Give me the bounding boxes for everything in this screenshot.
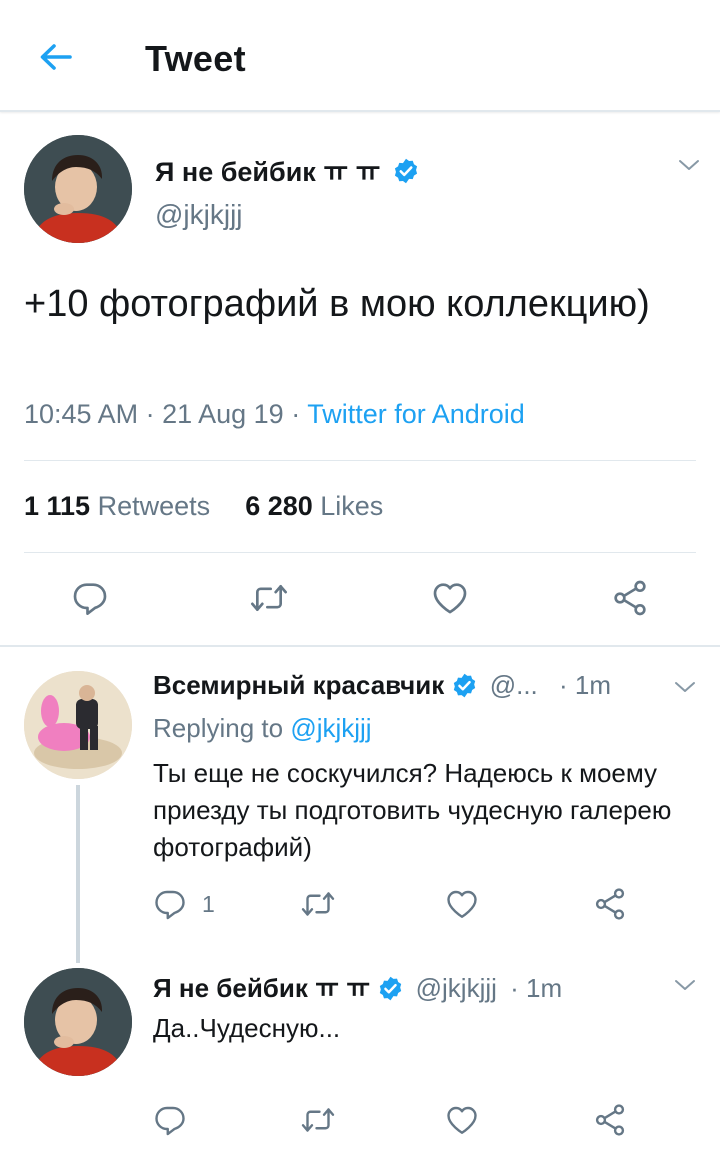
reply-age: · 1m bbox=[559, 670, 612, 700]
share-icon bbox=[592, 886, 628, 922]
verified-icon bbox=[392, 157, 420, 185]
like-button[interactable] bbox=[444, 886, 480, 922]
replying-to: Replying to @jkjkjjj bbox=[153, 713, 372, 744]
reply-author-name[interactable]: Я не бейбик ㅠ ㅠ bbox=[153, 973, 370, 1003]
reply-text: Да..Чудесную... bbox=[153, 1013, 341, 1043]
divider bbox=[24, 552, 696, 553]
thread-connector bbox=[76, 785, 80, 963]
tweet-metadata: 10:45 AM · 21 Aug 19 · Twitter for Andro… bbox=[24, 399, 525, 430]
share-button[interactable] bbox=[610, 578, 650, 618]
retweet-button[interactable] bbox=[300, 1102, 336, 1138]
share-icon bbox=[610, 578, 650, 618]
share-button[interactable] bbox=[592, 886, 628, 922]
likes-label: Likes bbox=[320, 491, 384, 521]
like-icon bbox=[444, 1102, 480, 1138]
section-separator bbox=[0, 645, 720, 647]
retweet-button[interactable] bbox=[300, 886, 336, 922]
replying-prefix: Replying to bbox=[153, 713, 291, 743]
top-app-bar: Tweet bbox=[0, 0, 720, 112]
retweets-stat[interactable]: 1 115 Retweets bbox=[24, 491, 210, 521]
like-button[interactable] bbox=[444, 1102, 480, 1138]
avatar[interactable] bbox=[24, 135, 132, 243]
reply-header: Я не бейбик ㅠ ㅠ @jkjkjjj · 1m bbox=[153, 968, 562, 1005]
reply-icon bbox=[152, 1102, 188, 1138]
likes-stat[interactable]: 6 280 Likes bbox=[245, 491, 383, 521]
avatar[interactable] bbox=[24, 671, 132, 779]
page-title: Tweet bbox=[145, 38, 246, 79]
reply-button[interactable] bbox=[152, 1102, 188, 1138]
tweet-stats: 1 115 Retweets 6 280 Likes bbox=[24, 491, 383, 522]
like-button[interactable] bbox=[430, 578, 470, 618]
share-icon bbox=[592, 1102, 628, 1138]
tweet-source-link[interactable]: Twitter for Android bbox=[307, 399, 525, 429]
main-tweet-handle[interactable]: @jkjkjjj bbox=[155, 199, 243, 231]
divider bbox=[24, 460, 696, 461]
chevron-down-icon[interactable] bbox=[676, 155, 702, 175]
tweet-time: 10:45 AM · 21 Aug 19 · bbox=[24, 399, 308, 429]
reply-age: · 1m bbox=[510, 973, 563, 1003]
reply-handle[interactable]: @jkjkjjj bbox=[416, 973, 497, 1003]
retweet-icon bbox=[249, 578, 289, 618]
tweet-text: +10 фотографий в мою коллекцию) bbox=[24, 283, 650, 325]
reply-icon bbox=[152, 886, 188, 922]
avatar[interactable] bbox=[24, 968, 132, 1076]
like-icon bbox=[430, 578, 470, 618]
retweet-button[interactable] bbox=[249, 578, 289, 618]
reply-icon bbox=[70, 578, 110, 618]
chevron-down-icon[interactable] bbox=[672, 975, 698, 995]
main-tweet-author-name[interactable]: Я не бейбик ㅠ ㅠ bbox=[155, 150, 420, 189]
share-button[interactable] bbox=[592, 1102, 628, 1138]
author-name-text: Я не бейбик ㅠ ㅠ bbox=[155, 157, 381, 187]
chevron-down-icon[interactable] bbox=[672, 677, 698, 697]
verified-icon bbox=[451, 672, 478, 699]
verified-icon bbox=[377, 975, 404, 1002]
retweets-count: 1 115 bbox=[24, 491, 91, 521]
reply-text: Ты еще не соскучился? Надеюсь к моему пр… bbox=[153, 758, 672, 862]
replying-mention-link[interactable]: @jkjkjjj bbox=[290, 713, 371, 743]
back-arrow-icon[interactable] bbox=[36, 37, 76, 77]
reply-button[interactable]: 1 bbox=[152, 886, 215, 922]
likes-count: 6 280 bbox=[245, 491, 313, 521]
reply-button[interactable] bbox=[70, 578, 110, 618]
reply-count: 1 bbox=[202, 890, 215, 917]
reply-author-name[interactable]: Всемирный красавчик bbox=[153, 670, 444, 700]
reply-header: Всемирный красавчик @... · 1m bbox=[153, 670, 611, 701]
like-icon bbox=[444, 886, 480, 922]
reply-handle[interactable]: @... bbox=[490, 670, 538, 700]
retweets-label: Retweets bbox=[97, 491, 211, 521]
retweet-icon bbox=[300, 1102, 336, 1138]
retweet-icon bbox=[300, 886, 336, 922]
